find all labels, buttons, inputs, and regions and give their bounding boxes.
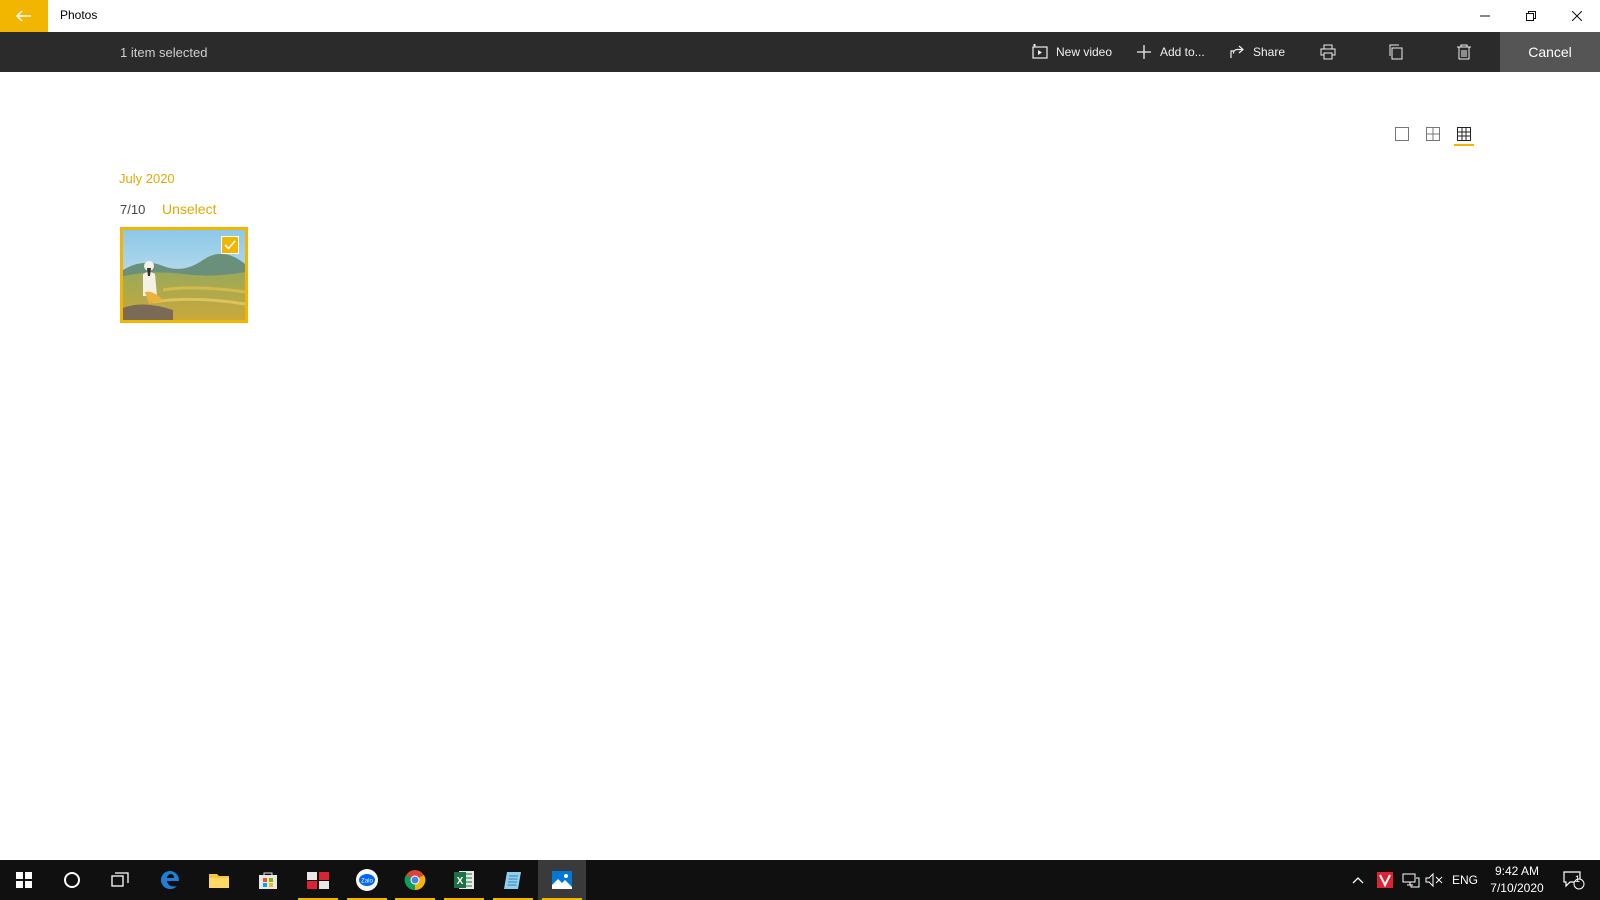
notification-icon [1563,871,1585,890]
tray-show-hidden[interactable] [1352,860,1364,900]
volume-muted-icon [1425,872,1443,888]
minimize-icon [1480,15,1490,17]
edge-icon [161,871,179,889]
day-label: 7/10 [120,202,146,217]
taskbar-edge[interactable] [146,860,194,900]
taskbar-notepad[interactable] [489,860,537,900]
cortana-search-icon [64,872,80,888]
taskbar-unikey[interactable] [294,860,342,900]
taskbar-excel[interactable]: X [440,860,488,900]
restore-button[interactable] [1508,0,1554,32]
task-view-button[interactable] [96,860,144,900]
zalo-icon: Zalo [356,869,378,891]
add-to-button[interactable]: Add to... [1136,32,1205,72]
back-arrow-icon [16,10,31,22]
back-button[interactable] [0,0,48,32]
photos-icon [552,871,572,889]
clock-date: 7/10/2020 [1490,881,1544,895]
close-button[interactable] [1554,0,1600,32]
delete-button[interactable] [1456,32,1472,72]
tray-unikey[interactable] [1377,860,1393,900]
new-video-label: New video [1056,45,1113,59]
taskbar-chrome[interactable] [391,860,439,900]
trash-icon [1457,44,1471,60]
task-view-icon [111,872,129,887]
action-center-button[interactable]: 1 [1556,860,1592,900]
print-button[interactable] [1320,32,1336,72]
grid-2x2-icon [1426,127,1440,141]
windows-start-icon [16,872,32,888]
view-small-button[interactable] [1454,124,1474,144]
notification-count: 1 [1575,874,1581,884]
tray-language[interactable]: ENG [1452,860,1478,900]
photo-thumbnail[interactable] [120,227,248,323]
checkmark-icon [224,240,236,250]
copy-icon [1389,44,1403,60]
close-icon [1572,11,1582,21]
grid-3x3-icon [1457,127,1471,141]
tray-network[interactable] [1402,860,1420,900]
chrome-icon [404,870,426,891]
taskbar-file-explorer[interactable] [195,860,243,900]
single-square-icon [1395,127,1409,141]
start-button[interactable] [0,860,48,900]
share-button[interactable]: Share [1229,32,1285,72]
unselect-link[interactable]: Unselect [162,201,216,217]
network-icon [1402,873,1420,888]
selected-checkbox[interactable] [221,236,239,254]
file-explorer-icon [209,874,229,888]
app-title: Photos [60,8,98,22]
notepad-icon [504,872,521,889]
add-to-label: Add to... [1160,45,1205,59]
taskbar-photos[interactable] [538,860,586,900]
title-bar: Photos [0,0,1600,32]
print-icon [1320,44,1336,60]
active-view-indicator [1454,144,1474,146]
command-bar: 1 item selected New video Add to... Shar… [0,32,1600,72]
chevron-up-icon [1352,877,1364,884]
new-video-icon [1032,44,1048,59]
share-icon [1230,45,1244,58]
new-video-button[interactable]: New video [1032,32,1112,72]
minimize-button[interactable] [1462,0,1508,32]
view-medium-button[interactable] [1423,124,1443,144]
cortana-button[interactable] [48,860,96,900]
unikey-v-icon [1377,872,1393,888]
unikey-icon [307,872,329,889]
cancel-button[interactable]: Cancel [1500,32,1600,72]
excel-icon: X [454,871,474,889]
excel-letter: X [457,876,464,887]
month-header[interactable]: July 2020 [119,171,175,186]
taskbar: Zalo X ENG 9:42 AM 7/10/2020 1 [0,860,1600,900]
tray-volume[interactable] [1425,860,1443,900]
clock[interactable]: 9:42 AM 7/10/2020 [1484,863,1550,897]
copy-button[interactable] [1388,32,1404,72]
restore-icon [1526,11,1536,21]
plus-icon [1137,45,1151,59]
clock-time: 9:42 AM [1494,864,1540,878]
share-label: Share [1253,45,1286,59]
store-icon [259,872,277,889]
taskbar-zalo[interactable]: Zalo [343,860,391,900]
view-large-button[interactable] [1392,124,1412,144]
taskbar-store[interactable] [244,860,292,900]
selection-count: 1 item selected [120,45,208,60]
zalo-text: Zalo [361,879,373,885]
